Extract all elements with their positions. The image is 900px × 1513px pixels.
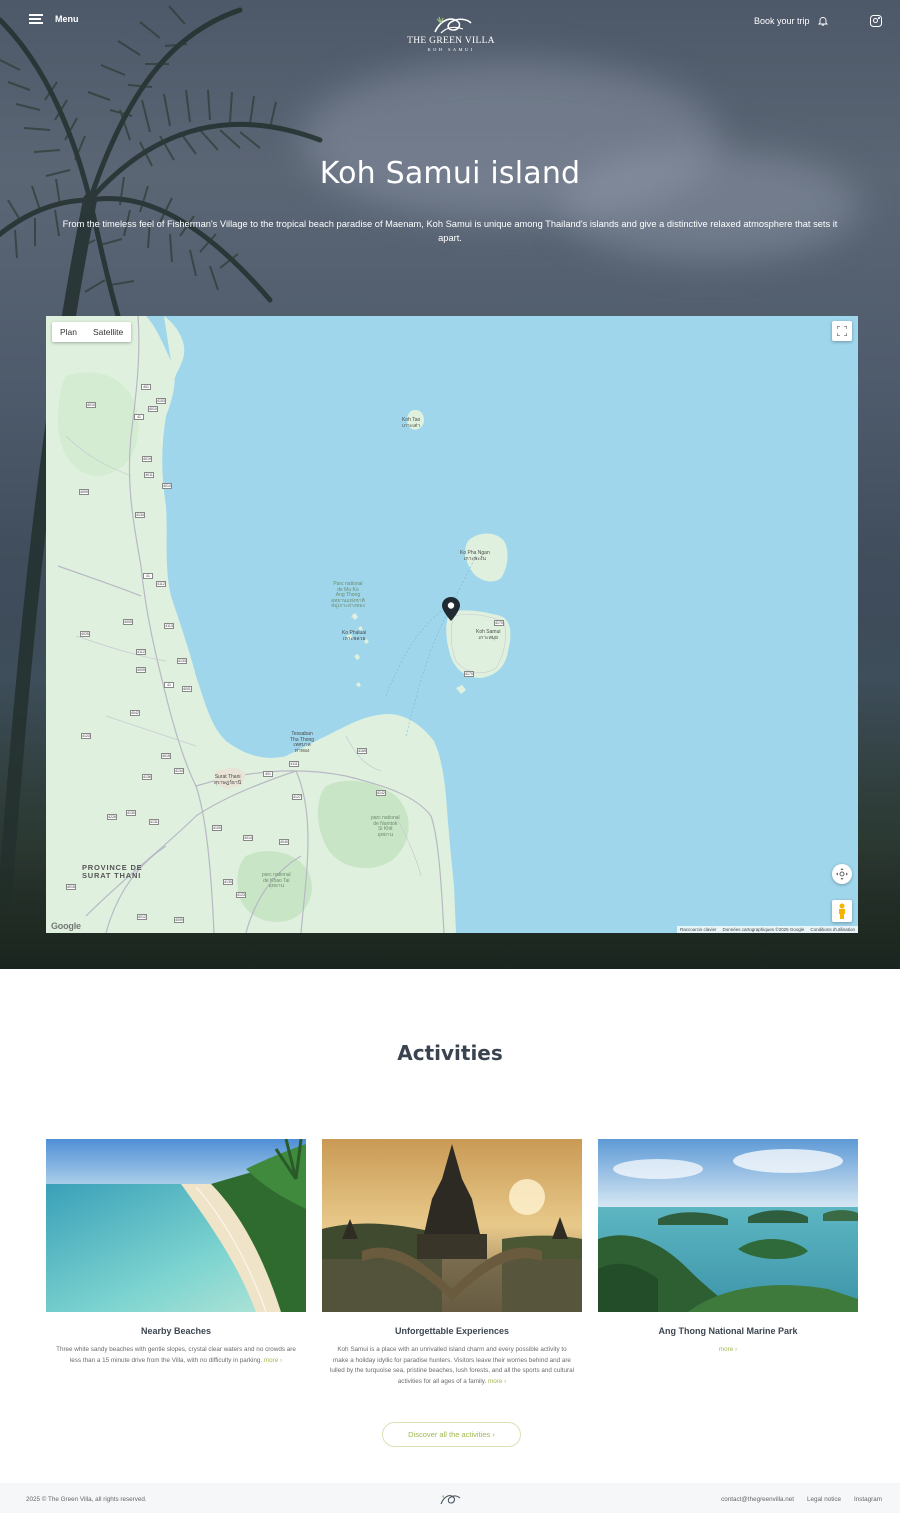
card-title: Unforgettable Experiences [394, 1326, 510, 1336]
brand-subtitle: KOH SAMUI [427, 47, 475, 52]
bell-icon [817, 17, 828, 26]
map-label-tessaban: Tessaban Tha Thong เทศบาล ท่าทอง [290, 731, 315, 754]
discover-activities-button[interactable]: Discover all the activities › [382, 1422, 521, 1447]
map-label-marine-park: Parc national de Mu Ko Ang Thong อุทยานแ… [331, 581, 365, 609]
google-logo: Google [51, 921, 81, 931]
activities-title: Activities [397, 1041, 503, 1065]
instagram-icon[interactable] [870, 15, 882, 27]
map-type-satellite[interactable]: Satellite [85, 322, 131, 342]
map-data-credit: Données cartographiques ©2025 Google [722, 927, 805, 932]
map-type-toggle: Plan Satellite [52, 322, 132, 342]
footer: 2025 © The Green Villa, all rights reser… [0, 1483, 900, 1513]
instagram-link[interactable]: Instagram [854, 1496, 882, 1503]
logo-icon [434, 16, 472, 34]
more-link[interactable]: more › [264, 1357, 282, 1364]
temple-image[interactable] [322, 1139, 582, 1312]
google-map[interactable]: 401 4010 4010 41 4153 4019 4011 4014 400… [46, 316, 858, 933]
card-description: more › [598, 1345, 858, 1356]
more-link[interactable]: more › [719, 1346, 737, 1353]
card-text: Koh Samui is a place with an unrivalled … [330, 1346, 574, 1385]
temple-photo [322, 1139, 582, 1312]
card-text: Three white sandy beaches with gentle sl… [56, 1346, 296, 1364]
beach-photo [46, 1139, 306, 1312]
map-label-namtok: parc national de Namtok Si Khit อุทยาน [371, 815, 400, 838]
hero-section: Menu THE GREEN VILLA KOH SAMUI Book your… [0, 0, 900, 969]
card-title: Ang Thong National Marine Park [658, 1326, 798, 1336]
beach-image[interactable] [46, 1139, 306, 1312]
activity-card-experiences: Unforgettable Experiences Koh Samui is a… [322, 1139, 582, 1387]
card-title: Nearby Beaches [140, 1326, 212, 1336]
footer-links: contact@thegreenvilla.net Legal notice I… [721, 1496, 882, 1503]
menu-label: Menu [55, 14, 79, 24]
more-link[interactable]: more › [488, 1378, 506, 1385]
hero-description: From the timeless feel of Fisherman's Vi… [62, 219, 838, 243]
book-trip-button[interactable]: Book your trip [754, 16, 828, 26]
map-label-khao-tai: parc national de Khao Tai อุทยาน [262, 872, 291, 889]
street-view-button[interactable] [832, 900, 852, 922]
location-pin-icon[interactable] [441, 596, 461, 622]
fullscreen-icon [837, 326, 847, 336]
terms-link[interactable]: Conditions d'utilisation [810, 927, 855, 932]
fullscreen-button[interactable] [832, 321, 852, 341]
brand-name: THE GREEN VILLA [407, 36, 495, 46]
book-trip-label: Book your trip [754, 16, 810, 26]
brand-logo[interactable]: THE GREEN VILLA KOH SAMUI [395, 13, 507, 52]
move-arrows-icon [836, 868, 848, 880]
map-type-plan[interactable]: Plan [52, 322, 85, 342]
map-label-province: PROVINCE DE SURAT THANI [82, 863, 143, 880]
map-camera-control[interactable] [832, 864, 852, 884]
page-title: Koh Samui island [319, 156, 581, 191]
map-label-koh-samui: Koh Samui เกาะสมุย [476, 629, 501, 641]
card-description: Three white sandy beaches with gentle sl… [46, 1345, 306, 1366]
keyboard-shortcuts-link[interactable]: Raccourcis clavier [680, 927, 717, 932]
map-label-koh-phaluai: Ko Phaluai เกาะพลวย [342, 630, 367, 642]
activity-card-marine-park: Ang Thong National Marine Park more › [598, 1139, 858, 1356]
top-navigation: Menu THE GREEN VILLA KOH SAMUI Book your… [0, 0, 900, 52]
contact-email-link[interactable]: contact@thegreenvilla.net [721, 1496, 794, 1503]
map-attribution: Raccourcis clavier Données cartographiqu… [676, 926, 858, 933]
menu-icon [29, 14, 43, 24]
map-label-koh-phangan: Ko Pha Ngan เกาะพะงัน [460, 550, 490, 562]
copyright: 2025 © The Green Villa, all rights reser… [26, 1496, 147, 1503]
legal-notice-link[interactable]: Legal notice [807, 1496, 841, 1503]
menu-button[interactable]: Menu [29, 14, 79, 24]
marine-park-image[interactable] [598, 1139, 858, 1312]
pegman-icon [839, 903, 845, 919]
map-label-surat-thani: Surat Thani สุราษฎร์ธานี [214, 774, 242, 786]
marine-park-photo [598, 1139, 858, 1312]
map-label-koh-tao: Koh Tao เกาะเต่า [402, 417, 421, 429]
activity-card-beaches: Nearby Beaches Three white sandy beaches… [46, 1139, 306, 1366]
card-description: Koh Samui is a place with an unrivalled … [322, 1345, 582, 1387]
footer-logo-icon[interactable] [438, 1492, 462, 1506]
